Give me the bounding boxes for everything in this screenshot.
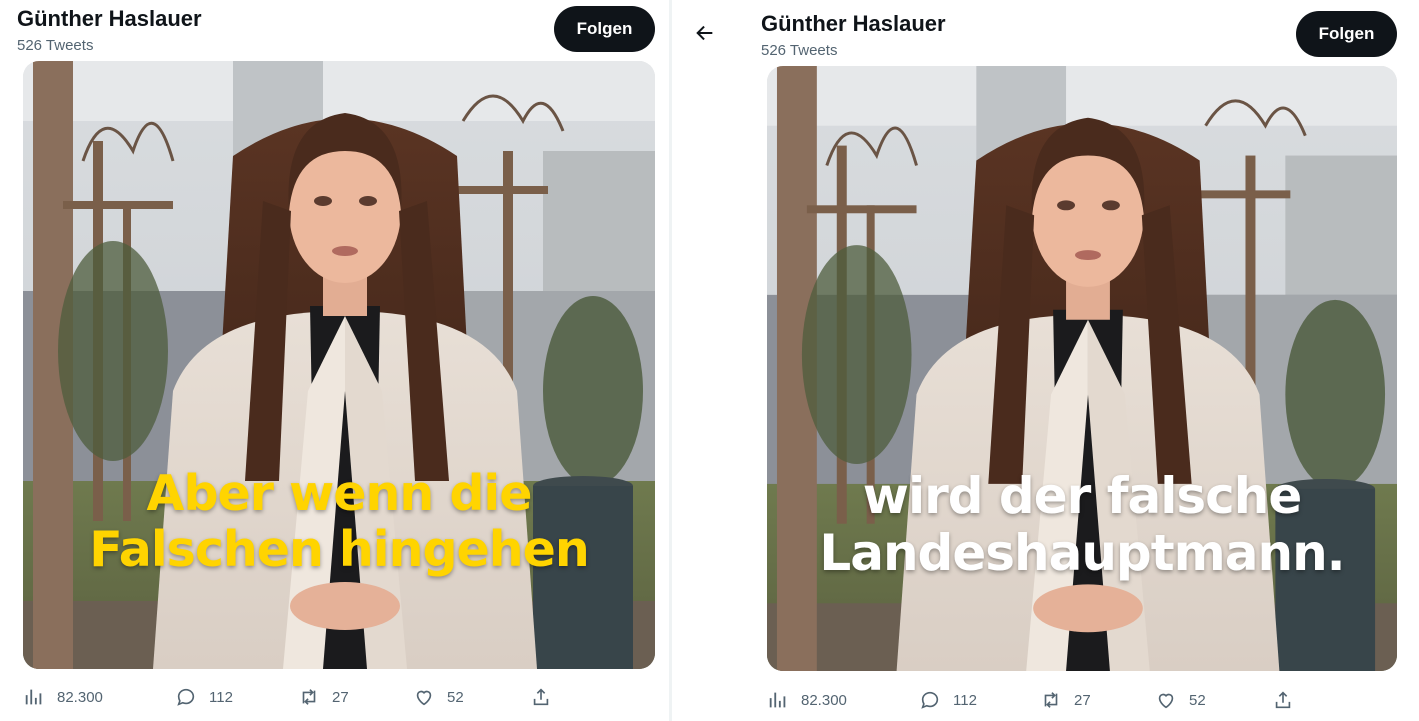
follow-button[interactable]: Folgen <box>1296 11 1397 57</box>
like-button[interactable]: 52 <box>1155 685 1206 715</box>
views-action[interactable]: 82.300 <box>767 685 847 715</box>
tweet-actions: 82.300 112 27 52 <box>23 682 655 712</box>
caption-line: Falschen hingehen <box>89 520 590 578</box>
views-count: 82.300 <box>801 691 847 709</box>
heart-icon <box>416 690 432 706</box>
tweet-actions: 82.300 112 27 52 <box>767 685 1397 715</box>
speech-bubble-icon <box>177 688 195 706</box>
views-action[interactable]: 82.300 <box>23 682 103 712</box>
views-count: 82.300 <box>57 688 103 706</box>
reply-count: 112 <box>953 691 977 709</box>
like-count: 52 <box>447 688 464 706</box>
caption-line: Aber wenn die <box>146 465 533 522</box>
video-player[interactable]: Aber wenn die Falschen hingehen <box>23 61 655 669</box>
video-caption: Aber wenn die Falschen hingehen <box>23 466 655 578</box>
share-button[interactable] <box>530 682 552 712</box>
share-button[interactable] <box>1272 685 1294 715</box>
retweet-button[interactable]: 27 <box>1040 685 1091 715</box>
like-count: 52 <box>1189 691 1206 709</box>
tweet-panel-left: Günther Haslauer 526 Tweets Folgen Aber … <box>0 0 669 721</box>
profile-name[interactable]: Günther Haslauer <box>17 6 202 32</box>
profile-name[interactable]: Günther Haslauer <box>761 11 946 37</box>
profile-header: Günther Haslauer 526 Tweets Folgen <box>672 0 1419 62</box>
retweet-count: 27 <box>332 688 349 706</box>
reply-button[interactable]: 112 <box>175 682 233 712</box>
speech-bubble-icon <box>921 691 939 709</box>
retweet-arrows-icon <box>302 689 316 705</box>
retweet-arrows-icon <box>1044 692 1058 708</box>
retweet-button[interactable]: 27 <box>298 682 349 712</box>
tweet-count: 526 Tweets <box>761 42 838 59</box>
tweet-count: 526 Tweets <box>17 37 94 54</box>
reply-count: 112 <box>209 688 233 706</box>
bar-chart-icon <box>769 692 786 708</box>
caption-line: Landeshauptmann. <box>819 524 1345 582</box>
bar-chart-icon <box>25 689 42 705</box>
retweet-count: 27 <box>1074 691 1091 709</box>
follow-button[interactable]: Folgen <box>554 6 655 52</box>
caption-line: wird der falsche <box>862 467 1303 525</box>
profile-header: Günther Haslauer 526 Tweets Folgen <box>0 0 669 62</box>
back-button[interactable] <box>687 15 723 51</box>
video-player[interactable]: wird der falsche Landeshauptmann. <box>767 66 1397 671</box>
like-button[interactable]: 52 <box>413 682 464 712</box>
share-upload-icon <box>533 688 549 706</box>
tweet-panel-right: Günther Haslauer 526 Tweets Folgen wird … <box>672 0 1419 721</box>
arrow-left-icon <box>696 25 713 41</box>
share-upload-icon <box>1275 691 1291 709</box>
heart-icon <box>1158 693 1174 709</box>
video-caption: wird der falsche Landeshauptmann. <box>767 468 1397 582</box>
reply-button[interactable]: 112 <box>919 685 977 715</box>
